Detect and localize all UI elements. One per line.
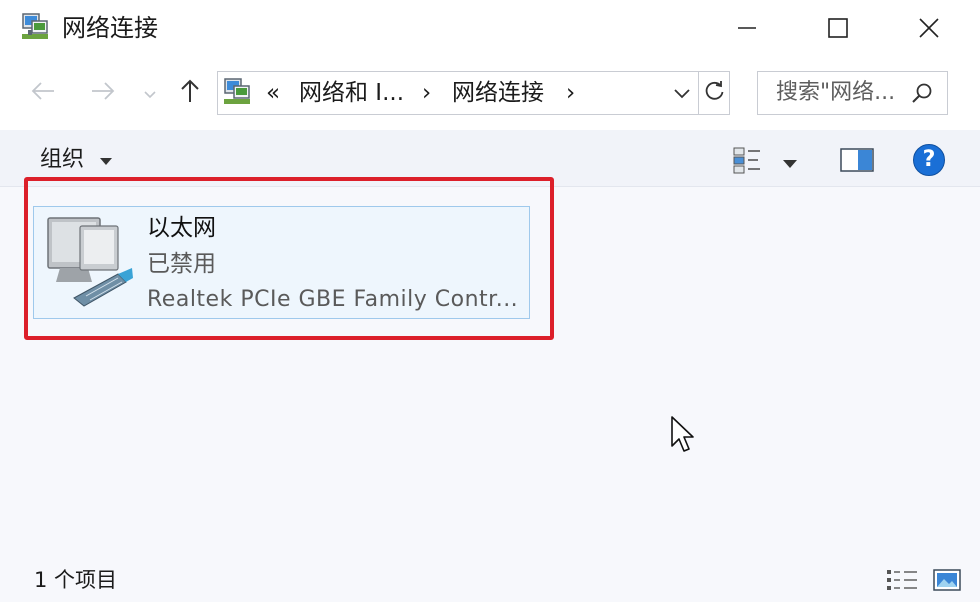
details-view-icon: [886, 570, 918, 596]
help-button[interactable]: ?: [912, 143, 946, 177]
arrow-up-icon: [179, 78, 201, 108]
help-glyph: ?: [922, 147, 936, 172]
minimize-button[interactable]: [712, 4, 782, 52]
maximize-button[interactable]: [803, 4, 873, 52]
change-view-icon: [732, 147, 762, 179]
organize-button[interactable]: 组织: [40, 144, 113, 176]
caret-down-icon: [99, 144, 113, 176]
arrow-right-icon: [90, 81, 116, 105]
mouse-cursor-icon: [671, 416, 695, 454]
search-input[interactable]: 搜索"网络...: [776, 76, 895, 110]
forward-button[interactable]: [86, 73, 120, 113]
breadcrumb-separator[interactable]: ›: [422, 76, 431, 110]
refresh-icon: [704, 80, 726, 106]
search-icon[interactable]: [910, 82, 934, 106]
maximize-icon: [827, 17, 849, 39]
preview-pane-icon: [840, 148, 874, 176]
large-icons-view-button[interactable]: [933, 568, 961, 592]
window-title: 网络连接: [62, 14, 158, 42]
back-button[interactable]: [26, 73, 60, 113]
details-view-button[interactable]: [886, 568, 918, 592]
organize-label: 组织: [40, 147, 85, 172]
preview-pane-button[interactable]: [840, 148, 874, 174]
address-divider: [698, 71, 699, 115]
chevron-down-icon: [144, 84, 156, 103]
caret-down-icon: [782, 154, 798, 173]
breadcrumb-separator[interactable]: ›: [566, 76, 575, 110]
recent-locations-button[interactable]: [140, 73, 160, 113]
arrow-left-icon: [30, 81, 56, 105]
change-view-button[interactable]: [732, 145, 762, 175]
up-button[interactable]: [174, 73, 206, 113]
minimize-icon: [736, 17, 758, 39]
view-options-dropdown[interactable]: [782, 154, 798, 168]
refresh-button[interactable]: [700, 73, 730, 113]
highlight-box: [24, 177, 554, 340]
address-overflow-button[interactable]: «: [266, 76, 280, 110]
item-count: 1 个项目: [34, 568, 118, 592]
breadcrumb-network-and-internet[interactable]: 网络和 I...: [299, 76, 404, 110]
address-location-icon: [222, 77, 252, 107]
close-button[interactable]: [894, 4, 964, 52]
large-icons-view-icon: [933, 569, 961, 596]
close-icon: [918, 17, 940, 39]
chevron-down-icon: [674, 84, 690, 103]
network-connections-app-icon: [20, 12, 50, 42]
breadcrumb-network-connections[interactable]: 网络连接: [452, 76, 544, 110]
address-dropdown-button[interactable]: [668, 73, 696, 113]
